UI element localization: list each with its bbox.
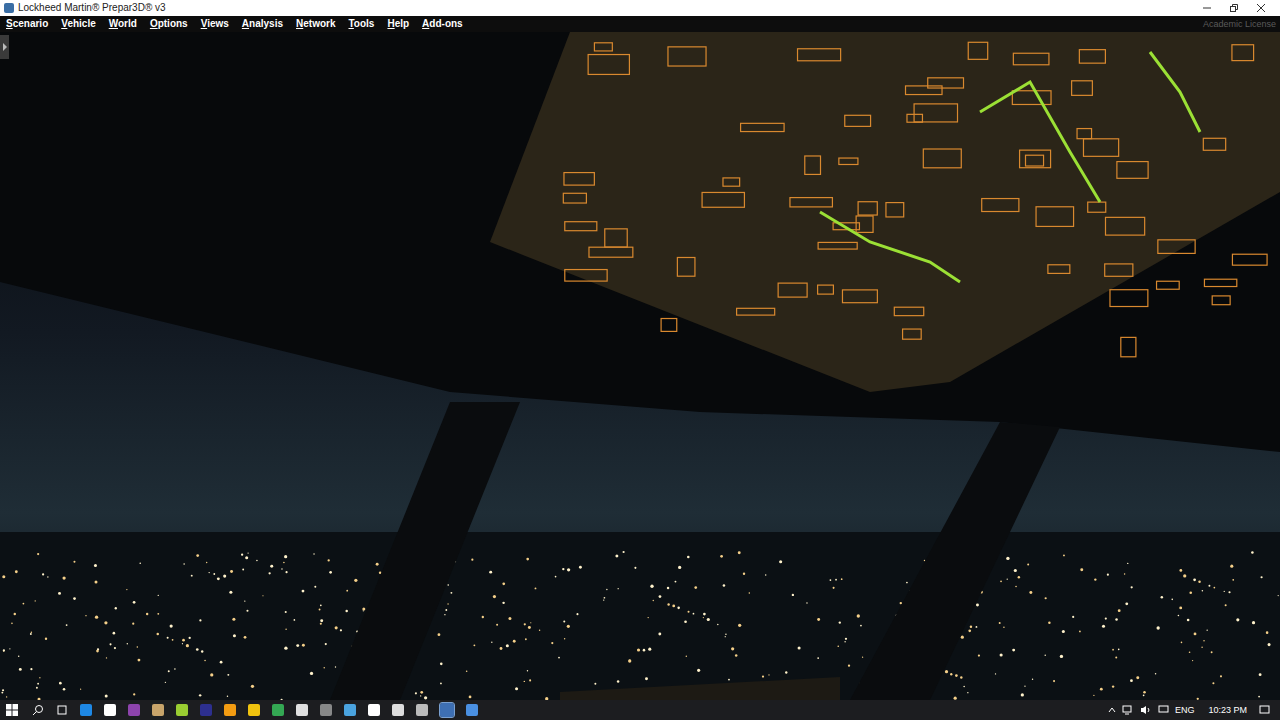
taskbar-app-icon[interactable] bbox=[440, 703, 454, 717]
taskbar-app-icon[interactable] bbox=[368, 704, 380, 716]
taskbar-app-icon[interactable] bbox=[176, 704, 188, 716]
taskbar-app-icon[interactable] bbox=[248, 704, 260, 716]
menu-item[interactable]: World bbox=[109, 17, 137, 31]
close-icon[interactable] bbox=[1256, 3, 1266, 13]
clock[interactable]: 10:23 PM bbox=[1208, 704, 1247, 716]
menu-item[interactable]: Vehicle bbox=[61, 17, 95, 31]
window-title: Lockheed Martin® Prepar3D® v3 bbox=[18, 1, 166, 15]
app-icon bbox=[4, 3, 14, 13]
menu-item[interactable]: Scenario bbox=[6, 17, 48, 31]
taskbar-app-icon[interactable] bbox=[200, 704, 212, 716]
windows-start-icon[interactable] bbox=[6, 704, 18, 716]
sidebar-toggle[interactable] bbox=[0, 35, 9, 59]
menu-item[interactable]: Add-ons bbox=[422, 17, 463, 31]
taskbar-app-icon[interactable] bbox=[272, 704, 284, 716]
chevron-up-icon[interactable] bbox=[1108, 706, 1116, 714]
menu-item[interactable]: Views bbox=[201, 17, 229, 31]
title-bar: Lockheed Martin® Prepar3D® v3 bbox=[0, 0, 1280, 16]
cockpit-view bbox=[0, 32, 1280, 700]
message-icon[interactable] bbox=[1158, 705, 1169, 715]
menu-item[interactable]: Analysis bbox=[242, 17, 283, 31]
taskbar-app-icon[interactable] bbox=[320, 704, 332, 716]
input-language[interactable]: ENG bbox=[1175, 704, 1195, 716]
volume-icon[interactable] bbox=[1140, 705, 1152, 715]
network-icon[interactable] bbox=[1122, 705, 1134, 715]
taskbar-app-icon[interactable] bbox=[224, 704, 236, 716]
menu-item[interactable]: Help bbox=[387, 17, 409, 31]
search-icon[interactable] bbox=[32, 704, 44, 716]
sim-viewport bbox=[0, 32, 1280, 700]
taskbar-app-icon[interactable] bbox=[80, 704, 92, 716]
taskbar-app-icon[interactable] bbox=[296, 704, 308, 716]
menu-item[interactable]: Tools bbox=[348, 17, 374, 31]
taskbar-app-icon[interactable] bbox=[466, 704, 478, 716]
taskbar-app-icon[interactable] bbox=[344, 704, 356, 716]
taskbar-app-icon[interactable] bbox=[416, 704, 428, 716]
menu-item[interactable]: Network bbox=[296, 17, 335, 31]
taskbar-app-icon[interactable] bbox=[152, 704, 164, 716]
menu-item[interactable]: Options bbox=[150, 17, 188, 31]
taskbar: ENG 10:23 PM bbox=[0, 700, 1280, 720]
taskbar-app-icon[interactable] bbox=[392, 704, 404, 716]
minimize-icon[interactable] bbox=[1202, 3, 1212, 13]
taskbar-app-icon[interactable] bbox=[128, 704, 140, 716]
menu-bar: Scenario Vehicle World Options Views Analysis… bbox=[0, 16, 1280, 32]
license-watermark: Academic License bbox=[1203, 17, 1280, 31]
arrow-right-icon bbox=[2, 43, 8, 51]
restore-icon[interactable] bbox=[1229, 3, 1239, 13]
taskbar-app-icon[interactable] bbox=[104, 704, 116, 716]
task-view-icon[interactable] bbox=[56, 704, 68, 716]
notifications-icon[interactable] bbox=[1259, 705, 1270, 715]
desktop: Lockheed Martin® Prepar3D® v3 Scenario Veh… bbox=[0, 0, 1280, 720]
